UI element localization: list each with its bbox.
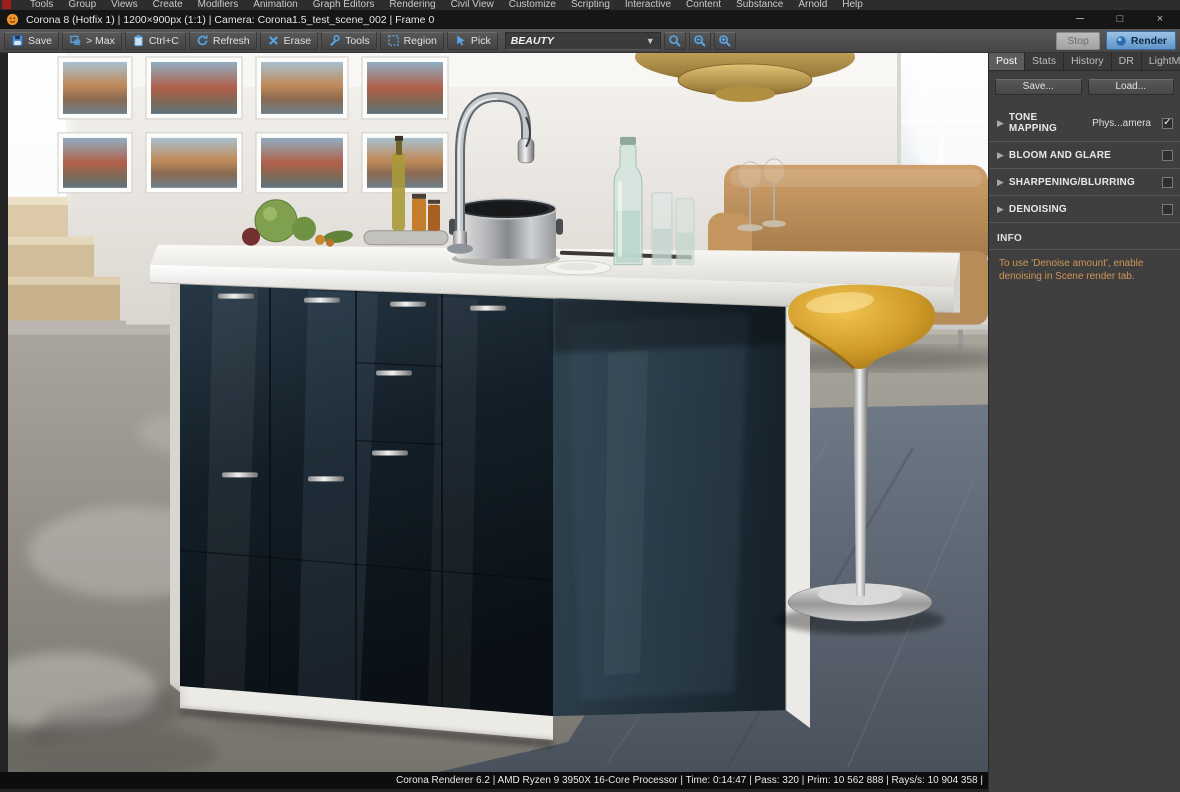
menu-create[interactable]: Create [153,0,183,10]
section-label: SHARPENING/BLURRING [1008,177,1135,188]
copy-to-clipboard-button[interactable]: Ctrl+C [124,31,186,50]
corona-vfb-window: Tools Group Views Create Modifiers Anima… [0,0,1180,792]
expand-arrow-icon: ▶ [997,204,1004,214]
section-denoising[interactable]: ▶ DENOISING [989,196,1180,223]
menu-substance[interactable]: Substance [736,0,783,10]
expand-arrow-icon: ▶ [997,150,1004,160]
menu-views[interactable]: Views [111,0,138,10]
menu-scripting[interactable]: Scripting [571,0,610,10]
tab-dr[interactable]: DR [1111,53,1142,70]
sharpening-checkbox[interactable] [1162,177,1173,188]
menu-arnold[interactable]: Arnold [798,0,827,10]
menu-help[interactable]: Help [842,0,863,10]
window-title: Corona 8 (Hotfix 1) | 1200×900px (1:1) |… [26,13,435,26]
magnifier-minus-icon [693,34,706,47]
save-icon [11,34,24,47]
menu-content[interactable]: Content [686,0,721,10]
menu-tools[interactable]: Tools [30,0,53,10]
chevron-down-icon: ▼ [645,35,655,46]
menu-modifiers[interactable]: Modifiers [198,0,239,10]
region-icon [387,35,399,46]
tone-mapping-value: Phys...amera [1092,117,1151,129]
panel-tabs: Post Stats History DR LightMix [989,53,1180,71]
expand-arrow-icon: ▶ [997,117,1004,128]
render-element-dropdown[interactable]: BEAUTY ▼ [504,31,661,50]
minimize-button[interactable]: ─ [1060,10,1100,29]
section-label: DENOISING [1008,204,1067,215]
bloom-glare-checkbox[interactable] [1162,150,1173,161]
rendered-kitchen-image [8,53,988,772]
section-sharpening-blurring[interactable]: ▶ SHARPENING/BLURRING [989,169,1180,196]
erase-button[interactable]: Erase [259,31,319,50]
render-viewport[interactable]: Corona Renderer 6.2 | AMD Ryzen 9 3950X … [0,53,988,792]
send-to-max-button[interactable]: > Max [61,31,122,50]
magnifier-plus-icon [718,34,731,47]
corona-logo-icon [6,13,19,26]
render-stats-text: Corona Renderer 6.2 | AMD Ryzen 9 3950X … [395,775,983,786]
titlebar: Corona 8 (Hotfix 1) | 1200×900px (1:1) |… [0,10,1180,29]
info-header: INFO [989,223,1180,250]
menu-rendering[interactable]: Rendering [389,0,435,10]
section-bloom-and-glare[interactable]: ▶ BLOOM AND GLARE [989,142,1180,169]
pick-button[interactable]: Pick [446,31,498,50]
zoom-out-button[interactable] [688,31,711,50]
tools-button[interactable]: Tools [321,31,377,50]
menu-customize[interactable]: Customize [509,0,556,10]
render-button[interactable]: Render [1105,31,1176,50]
tab-post[interactable]: Post [989,53,1026,70]
maximize-button[interactable]: □ [1100,10,1140,29]
menu-animation[interactable]: Animation [253,0,297,10]
tab-history[interactable]: History [1063,53,1112,70]
render-statusbar: Corona Renderer 6.2 | AMD Ryzen 9 3950X … [0,772,988,789]
post-save-button[interactable]: Save... [995,79,1082,95]
record-indicator-icon [2,0,11,9]
menu-graph-editors[interactable]: Graph Editors [313,0,375,10]
magnifier-icon [668,34,681,47]
menu-group[interactable]: Group [68,0,96,10]
tab-lightmix[interactable]: LightMix [1141,53,1180,70]
cursor-icon [457,35,465,46]
clipboard-icon [134,35,143,47]
menu-civil-view[interactable]: Civil View [451,0,494,10]
menu-interactive[interactable]: Interactive [625,0,671,10]
save-image-button[interactable]: Save [4,31,59,50]
selected-channel: BEAUTY [510,34,554,47]
plate [544,260,612,276]
expand-arrow-icon: ▶ [997,177,1004,187]
vfb-toolbar: Save > Max Ctrl+C Refresh Erase Tools Re… [0,29,1180,53]
erase-x-icon [268,36,278,45]
render-sphere-icon [1116,35,1126,46]
zoom-in-button[interactable] [713,31,736,50]
info-text: To use 'Denoise amount', enable denoisin… [999,258,1144,282]
region-render-button[interactable]: Region [379,31,444,50]
tab-stats[interactable]: Stats [1025,53,1064,70]
denoising-checkbox[interactable] [1162,204,1173,215]
monitor-icon [70,35,81,46]
zoom-reset-button[interactable] [663,31,686,50]
section-label: TONE MAPPING [1008,112,1057,134]
refresh-button[interactable]: Refresh [188,31,257,50]
section-label: BLOOM AND GLARE [1008,150,1111,161]
vfb-side-panel: Post Stats History DR LightMix Save... L… [988,53,1180,792]
section-tone-mapping[interactable]: ▶ TONE MAPPING Phys...amera ✓ [989,104,1180,142]
close-button[interactable]: × [1140,10,1180,29]
post-load-button[interactable]: Load... [1087,79,1174,95]
refresh-icon [197,35,208,46]
tone-mapping-checkbox[interactable]: ✓ [1162,117,1173,129]
max-menubar: Tools Group Views Create Modifiers Anima… [0,0,1180,10]
wrench-icon [330,35,340,46]
stop-button[interactable]: Stop [1056,31,1100,50]
